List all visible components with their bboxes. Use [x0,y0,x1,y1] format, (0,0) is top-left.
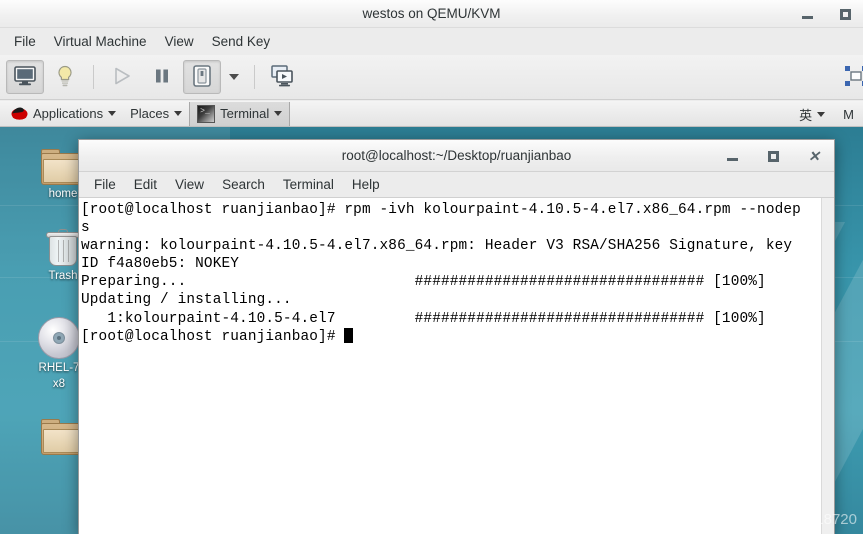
terminal-window: root@localhost:~/Desktop/ruanjianbao ✕ F… [78,139,835,534]
red-hat-logo-icon [11,106,28,121]
lightbulb-icon [55,65,75,90]
applications-menu-label: Applications [33,106,104,121]
chevron-down-icon [274,111,283,116]
vm-minimize-button[interactable] [799,6,815,22]
terminal-menu-view[interactable]: View [166,174,213,195]
terminal-window-title: root@localhost:~/Desktop/ruanjianbao [341,148,572,163]
terminal-maximize-button[interactable] [765,148,781,164]
terminal-line: 1:kolourpaint-4.10.5-4.el7 #############… [81,310,766,327]
toolbar-separator-2 [254,65,255,89]
fullscreen-button[interactable] [837,61,863,95]
terminal-body[interactable]: [root@localhost ruanjianbao]# rpm -ivh k… [79,198,834,534]
trash-icon [46,229,80,267]
show-console-button[interactable] [6,60,44,94]
toolbar-right-group [837,55,863,100]
shutdown-dropdown[interactable] [223,60,245,94]
chevron-down-icon [174,111,183,116]
vm-toolbar [0,55,863,100]
toolbar-separator-1 [93,65,94,89]
terminal-menu-help[interactable]: Help [343,174,389,195]
terminal-output[interactable]: [root@localhost ruanjianbao]# rpm -ivh k… [79,198,821,534]
terminal-icon: >_ [197,104,216,123]
window-list-item-label: Terminal [220,106,270,121]
terminal-menu-terminal[interactable]: Terminal [274,174,343,195]
menu-view[interactable]: View [157,30,202,53]
show-details-button[interactable] [46,60,84,94]
vm-titlebar: westos on QEMU/KVM [0,0,863,28]
monitor-icon [14,65,36,89]
terminal-window-controls: ✕ [724,140,822,172]
terminal-line: warning: kolourpaint-4.10.5-4.el7.x86_64… [81,238,793,255]
snapshots-button[interactable] [264,60,302,94]
gnome-top-panel: Applications Places >_ Terminal 英 M [0,101,863,127]
terminal-titlebar: root@localhost:~/Desktop/ruanjianbao ✕ [79,140,834,172]
terminal-prompt: [root@localhost ruanjianbao]# [81,328,345,345]
menu-file[interactable]: File [6,30,44,53]
fullscreen-icon [843,64,863,91]
terminal-close-button[interactable]: ✕ [806,148,822,164]
vm-window-title: westos on QEMU/KVM [362,6,501,21]
user-menu[interactable]: M [836,102,861,126]
places-menu-label: Places [130,106,170,121]
disc-icon [38,317,80,359]
menu-send-key[interactable]: Send Key [204,30,279,53]
chevron-down-icon [108,111,117,116]
vm-window-controls [799,0,853,28]
terminal-line: ID f4a80eb5: NOKEY [81,256,240,273]
power-switch-icon [193,64,211,90]
vm-menubar: File Virtual Machine View Send Key [0,28,863,55]
terminal-menubar: File Edit View Search Terminal Help [79,172,834,198]
virt-manager-window: westos on QEMU/KVM File Virtual Machine … [0,0,863,534]
menu-virtual-machine[interactable]: Virtual Machine [46,30,155,53]
chevron-down-icon [229,74,239,80]
window-list-item-terminal[interactable]: >_ Terminal [189,101,291,126]
terminal-cursor [344,327,354,343]
terminal-scrollbar[interactable] [821,198,834,534]
pause-icon [153,67,171,88]
places-menu[interactable]: Places [123,102,189,126]
run-button[interactable] [103,60,141,94]
terminal-minimize-button[interactable] [724,148,740,164]
input-method-indicator[interactable]: 英 [792,102,832,126]
chevron-down-icon [817,111,826,117]
panel-status-area: 英 M [792,101,861,127]
terminal-menu-edit[interactable]: Edit [125,174,166,195]
terminal-menu-file[interactable]: File [85,174,125,195]
vm-maximize-button[interactable] [837,6,853,22]
applications-menu[interactable]: Applications [4,102,123,126]
play-icon [112,66,132,89]
pause-button[interactable] [143,60,181,94]
terminal-menu-search[interactable]: Search [213,174,274,195]
snapshot-icon [271,64,295,90]
terminal-line: s [81,220,90,237]
input-method-label: 英 [799,107,813,123]
shutdown-button[interactable] [183,60,221,94]
terminal-line: Updating / installing... [81,292,292,309]
terminal-line: Preparing... ###########################… [81,274,766,291]
terminal-line: [root@localhost ruanjianbao]# rpm -ivh k… [81,202,801,218]
